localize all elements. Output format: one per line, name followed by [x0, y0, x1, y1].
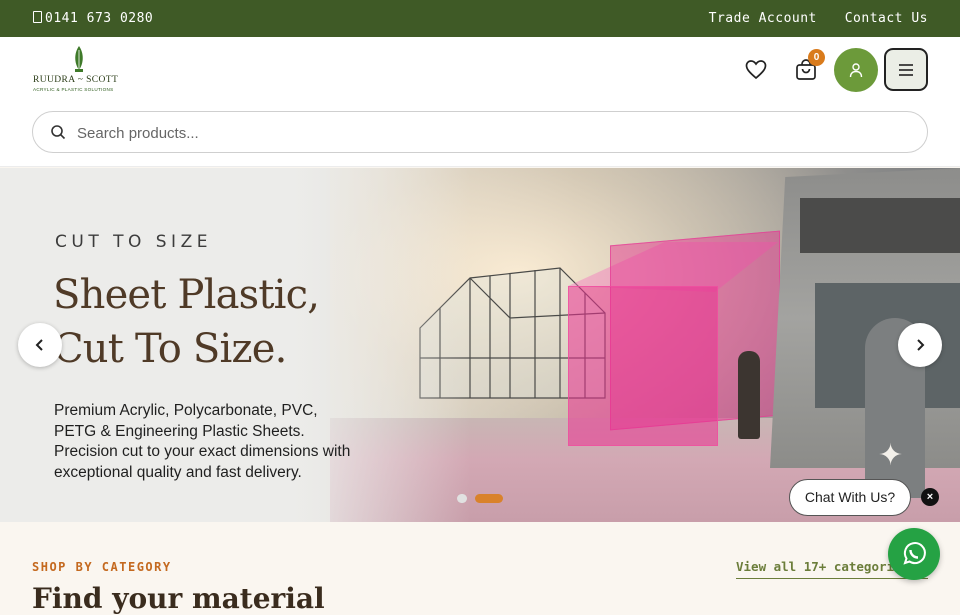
sparkle-icon: ✦	[878, 439, 904, 472]
top-bar: 0141 673 0280 Trade Account Contact Us	[0, 0, 960, 37]
logo-name: RUUDRA ~ SCOTT	[33, 75, 119, 85]
slider-dot-2-active[interactable]	[475, 494, 503, 503]
slider-prev-button[interactable]	[18, 323, 62, 367]
slider-next-button[interactable]	[898, 323, 942, 367]
slider-dot-1[interactable]	[457, 494, 467, 503]
hero-slider: ✦ CUT TO SIZE Sheet Plastic, Cut To Size…	[0, 168, 960, 522]
hero-description: Premium Acrylic, Polycarbonate, PVC, PET…	[54, 402, 351, 481]
search-bar	[32, 111, 928, 153]
site-logo[interactable]: RUUDRA ~ SCOTT ACRYLIC & PLASTIC SOLUTIO…	[33, 46, 123, 94]
menu-icon	[899, 63, 913, 76]
contact-us-link[interactable]: Contact Us	[845, 11, 928, 26]
top-links: Trade Account Contact Us	[689, 11, 928, 26]
chat-close-button[interactable]: ×	[921, 488, 939, 506]
user-icon	[849, 63, 863, 78]
whatsapp-button[interactable]	[888, 528, 940, 580]
trade-account-link[interactable]: Trade Account	[709, 11, 817, 26]
site-header: RUUDRA ~ SCOTT ACRYLIC & PLASTIC SOLUTIO…	[0, 37, 960, 167]
hero-title-line2: Cut To Size.	[53, 326, 287, 372]
account-button[interactable]	[834, 48, 878, 92]
hero-title: Sheet Plastic, Cut To Size.	[53, 268, 373, 376]
chevron-right-icon	[917, 339, 925, 351]
phone-number[interactable]: 0141 673 0280	[45, 11, 153, 26]
logo-tagline: ACRYLIC & PLASTIC SOLUTIONS	[33, 87, 114, 92]
logo-leaf-icon	[75, 46, 83, 72]
section-heading: Find your material	[32, 582, 325, 615]
category-section: SHOP BY CATEGORY View all 17+ categories…	[0, 522, 960, 615]
hero-title-line1: Sheet Plastic,	[53, 272, 320, 318]
person-figure	[738, 351, 760, 439]
whatsapp-icon	[903, 542, 926, 565]
section-eyebrow: SHOP BY CATEGORY	[32, 560, 172, 574]
chat-prompt-bubble[interactable]: Chat With Us?	[789, 479, 911, 516]
cart-count-badge: 0	[808, 49, 825, 66]
pink-cube-front	[568, 286, 718, 446]
search-icon[interactable]	[50, 124, 66, 140]
chevron-left-icon	[35, 339, 43, 351]
building-window-top	[800, 198, 960, 253]
phone-icon	[33, 11, 42, 23]
search-input[interactable]	[77, 121, 897, 145]
menu-button[interactable]	[884, 48, 928, 91]
phone-link[interactable]: 0141 673 0280	[33, 11, 153, 26]
heart-icon[interactable]	[744, 58, 768, 82]
hero-eyebrow: CUT TO SIZE	[55, 232, 212, 252]
